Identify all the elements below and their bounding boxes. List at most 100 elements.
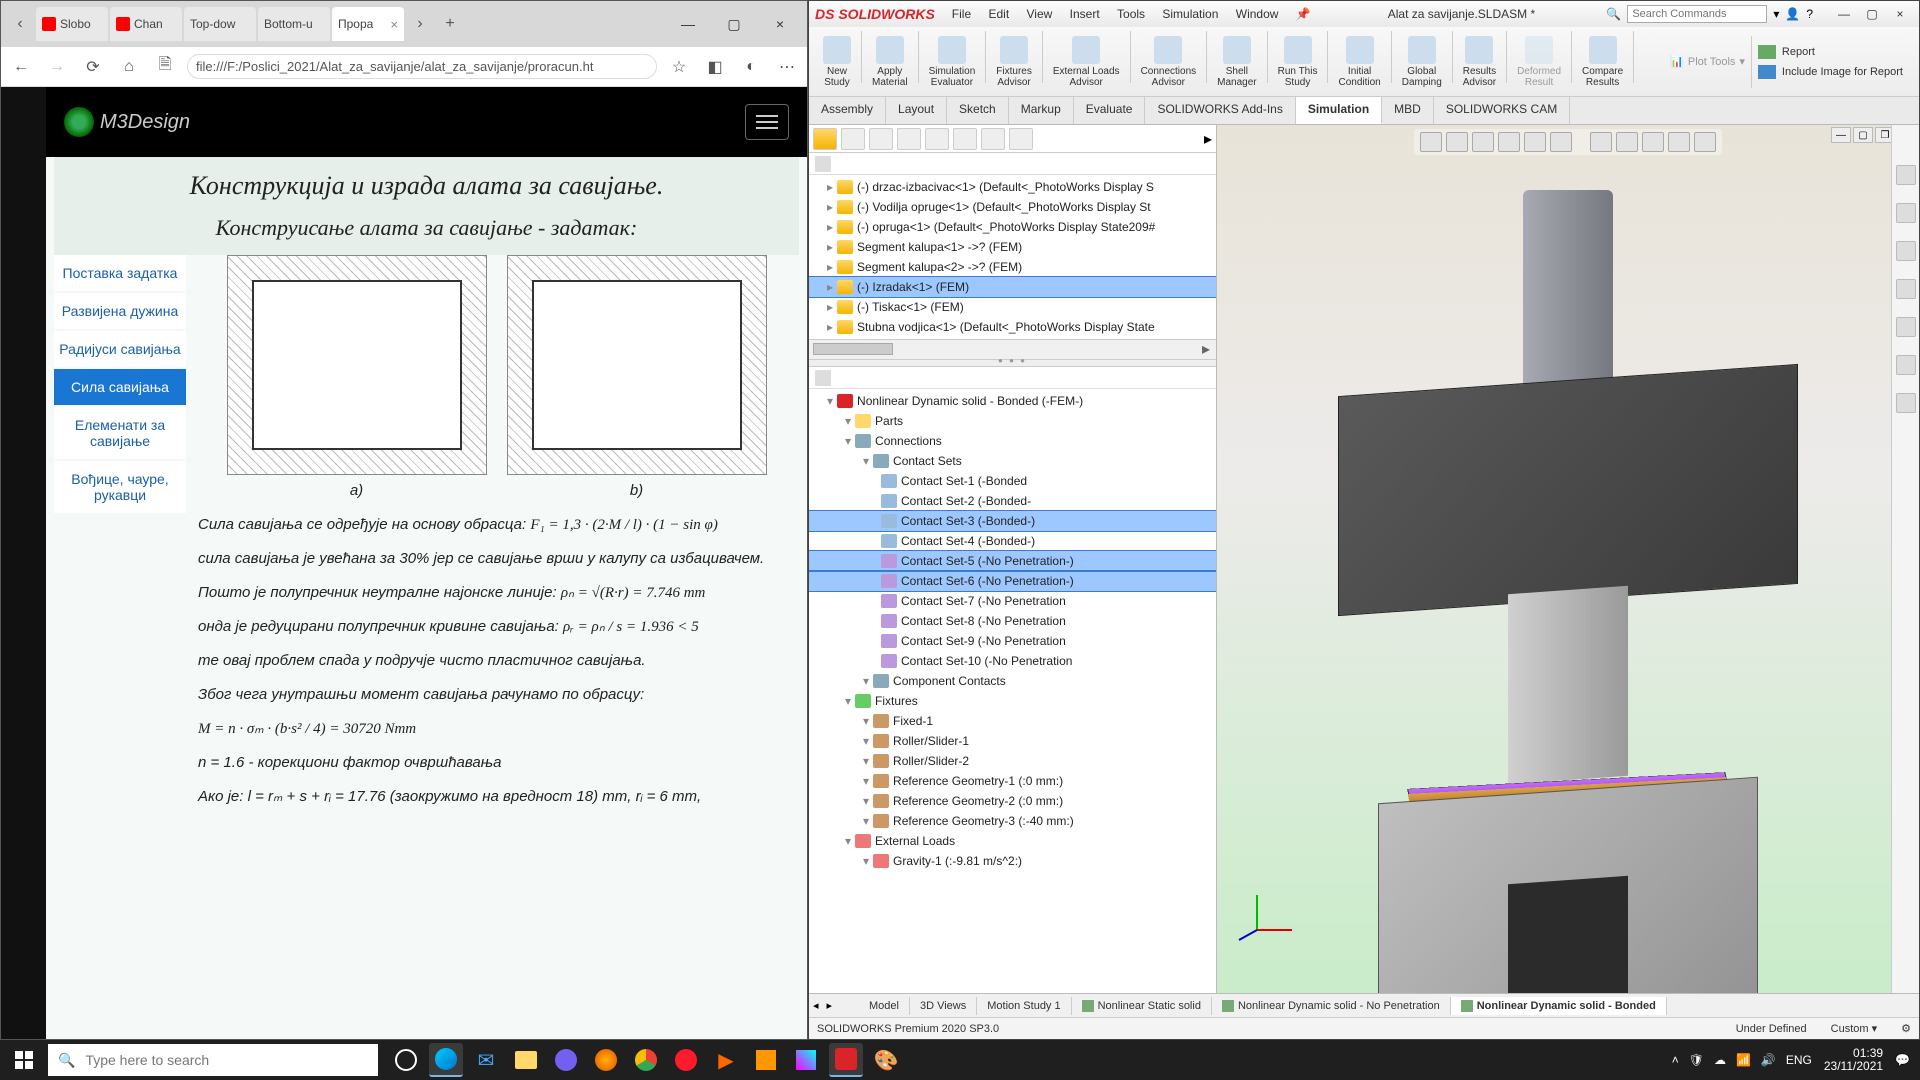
fixture-item[interactable]: ▾Reference Geometry-2 (:0 mm:) xyxy=(809,791,1216,811)
fm-scroll-right[interactable]: ▸ xyxy=(1204,129,1212,149)
doc-min[interactable]: — xyxy=(1831,127,1851,143)
vt-btn[interactable] xyxy=(1524,132,1546,152)
sidebar-item-1[interactable]: Развијена дужина xyxy=(54,293,186,329)
search-commands-input[interactable] xyxy=(1627,5,1767,23)
fm-btn[interactable] xyxy=(1009,128,1033,150)
firefox-icon[interactable] xyxy=(589,1043,623,1077)
feature-item[interactable]: ▸Stubna vodjica<1> (Default<_PhotoWorks … xyxy=(809,317,1216,337)
sublime-icon[interactable] xyxy=(749,1043,783,1077)
feature-item[interactable]: ▸Segment kalupa<2> ->? (FEM) xyxy=(809,257,1216,277)
fm-btn[interactable] xyxy=(813,128,837,150)
app-icon[interactable] xyxy=(789,1043,823,1077)
tab-3[interactable]: Bottom-u xyxy=(258,7,330,41)
feature-item[interactable]: ▸Segment kalupa<1> ->? (FEM) xyxy=(809,237,1216,257)
window-close[interactable]: × xyxy=(757,8,803,40)
contact-set-item[interactable]: Contact Set-4 (-Bonded-) xyxy=(809,531,1216,551)
fm-btn[interactable] xyxy=(953,128,977,150)
nav-back[interactable]: ← xyxy=(7,53,35,81)
btab-1[interactable]: 3D Views xyxy=(910,997,977,1015)
btab-nav[interactable]: ▸ xyxy=(823,999,837,1012)
sidebar-item-2[interactable]: Радијуси савијања xyxy=(54,331,186,367)
menu-pin-icon[interactable]: 📌 xyxy=(1296,7,1311,21)
vt-btn[interactable] xyxy=(1498,132,1520,152)
star-icon[interactable]: ☆ xyxy=(665,53,693,81)
menu-insert[interactable]: Insert xyxy=(1070,7,1100,21)
cm-tab-layout[interactable]: Layout xyxy=(886,97,947,124)
feature-item[interactable]: ▸(-) opruga<1> (Default<_PhotoWorks Disp… xyxy=(809,217,1216,237)
taskbar-search[interactable]: 🔍Type here to search xyxy=(48,1044,378,1076)
viber-icon[interactable] xyxy=(549,1043,583,1077)
vt-btn[interactable] xyxy=(1616,132,1638,152)
cm-tab-assembly[interactable]: Assembly xyxy=(809,97,886,124)
cmd-new[interactable]: NewStudy xyxy=(815,31,859,93)
sw-close[interactable]: × xyxy=(1887,5,1913,23)
cmd-initial[interactable]: InitialCondition xyxy=(1330,31,1388,93)
cm-tab-mbd[interactable]: MBD xyxy=(1382,97,1434,124)
tray-wifi-icon[interactable]: 📶 xyxy=(1736,1053,1751,1067)
vlc-icon[interactable]: ▶ xyxy=(709,1043,743,1077)
menu-tools[interactable]: Tools xyxy=(1117,7,1145,21)
cmd-results[interactable]: ResultsAdvisor xyxy=(1455,31,1504,93)
vt-btn[interactable] xyxy=(1420,132,1442,152)
tab-0[interactable]: Slobo xyxy=(36,7,108,41)
cm-tab-sketch[interactable]: Sketch xyxy=(947,97,1009,124)
pane-splitter[interactable] xyxy=(809,359,1216,367)
menu-icon[interactable]: ⋯ xyxy=(773,53,801,81)
sidebar-item-0[interactable]: Поставка задатка xyxy=(54,255,186,291)
contact-sets-node[interactable]: ▾Contact Sets xyxy=(809,451,1216,471)
url-field[interactable]: file:///F:/Poslici_2021/Alat_za_savijanj… xyxy=(187,54,657,79)
btab-4[interactable]: Nonlinear Dynamic solid - No Penetration xyxy=(1212,997,1451,1015)
sidebar-item-4[interactable]: Елеменати за савијање xyxy=(54,407,186,459)
study-node[interactable]: ▾Nonlinear Dynamic solid - Bonded (-FEM-… xyxy=(809,391,1216,411)
cmd-simulation[interactable]: SimulationEvaluator xyxy=(921,31,984,93)
cmd-global[interactable]: GlobalDamping xyxy=(1394,31,1450,93)
sidebar-item-3[interactable]: Сила савијања xyxy=(54,369,186,405)
vt-btn[interactable] xyxy=(1472,132,1494,152)
feature-item[interactable]: ▸(-) Vodilja opruge<1> (Default<_PhotoWo… xyxy=(809,197,1216,217)
nav-home[interactable]: ⌂ xyxy=(115,53,143,81)
report-button[interactable]: Report xyxy=(1758,45,1815,59)
tab-1[interactable]: Chan xyxy=(110,7,182,41)
graphics-viewport[interactable]: — ▢ ❐ × xyxy=(1217,125,1919,993)
search-dropdown-icon[interactable]: ▾ xyxy=(1773,7,1779,21)
cmd-external-loads[interactable]: External LoadsAdvisor xyxy=(1045,31,1128,93)
connections-node[interactable]: ▾Connections xyxy=(809,431,1216,451)
menu-view[interactable]: View xyxy=(1027,7,1053,21)
vt-btn[interactable] xyxy=(1590,132,1612,152)
external-loads-node[interactable]: ▾External Loads xyxy=(809,831,1216,851)
new-tab[interactable]: + xyxy=(435,9,465,39)
window-minimize[interactable]: — xyxy=(665,8,711,40)
contact-set-item[interactable]: Contact Set-10 (-No Penetration xyxy=(809,651,1216,671)
plot-tools[interactable]: 📊 Plot Tools ▾ xyxy=(1670,55,1745,68)
vt-btn[interactable] xyxy=(1694,132,1716,152)
fm-filter[interactable] xyxy=(809,153,1216,175)
btab-5[interactable]: Nonlinear Dynamic solid - Bonded xyxy=(1451,997,1667,1015)
status-icon[interactable]: ⚙ xyxy=(1901,1022,1911,1035)
component-contacts-node[interactable]: ▾Component Contacts xyxy=(809,671,1216,691)
triad-icon[interactable] xyxy=(1247,890,1297,943)
contact-set-item[interactable]: Contact Set-7 (-No Penetration xyxy=(809,591,1216,611)
reader-icon[interactable]: ◧ xyxy=(701,53,729,81)
doc-max[interactable]: ▢ xyxy=(1853,127,1873,143)
sidebar-item-5[interactable]: Вођице, чауре, рукавци xyxy=(54,461,186,513)
nav-fwd[interactable]: → xyxy=(43,53,71,81)
contact-set-item[interactable]: Contact Set-3 (-Bonded-) xyxy=(809,511,1216,531)
contact-set-item[interactable]: Contact Set-8 (-No Penetration xyxy=(809,611,1216,631)
ext-icon[interactable]: ◐ xyxy=(737,53,765,81)
fm-btn[interactable] xyxy=(841,128,865,150)
cm-tab-solidworks-cam[interactable]: SOLIDWORKS CAM xyxy=(1434,97,1570,124)
contact-set-item[interactable]: Contact Set-2 (-Bonded- xyxy=(809,491,1216,511)
btab-3[interactable]: Nonlinear Static solid xyxy=(1072,997,1212,1015)
tray-cloud-icon[interactable]: ☁ xyxy=(1714,1053,1726,1067)
tab-4[interactable]: Прора× xyxy=(332,7,404,41)
taskpane-btn[interactable] xyxy=(1896,165,1916,185)
cmd-run-this[interactable]: Run ThisStudy xyxy=(1270,31,1326,93)
menu-simulation[interactable]: Simulation xyxy=(1162,7,1218,21)
cm-tab-solidworks-add-ins[interactable]: SOLIDWORKS Add-Ins xyxy=(1145,97,1295,124)
vt-btn[interactable] xyxy=(1446,132,1468,152)
fixture-item[interactable]: ▾Fixed-1 xyxy=(809,711,1216,731)
btab-0[interactable]: Model xyxy=(859,997,910,1015)
mail-icon[interactable]: ✉ xyxy=(469,1043,503,1077)
window-maximize[interactable]: ▢ xyxy=(711,8,757,40)
tray-notifications-icon[interactable]: 💬 xyxy=(1895,1053,1910,1067)
